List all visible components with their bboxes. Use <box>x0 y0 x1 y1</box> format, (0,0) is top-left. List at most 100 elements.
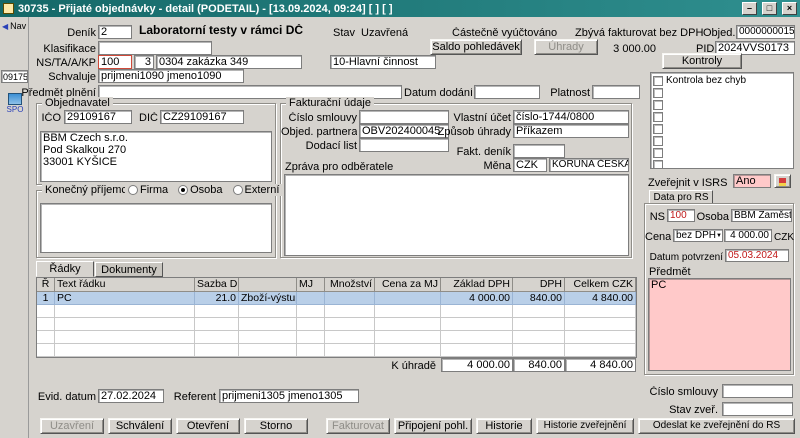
rs-stav-zver-field[interactable] <box>722 402 793 416</box>
referent-label: Referent <box>170 391 216 404</box>
rs-cena-mode-combo[interactable]: bez DPH▼ <box>673 229 723 242</box>
col-mnozstvi[interactable]: Množství <box>325 278 375 292</box>
checkbox-item[interactable] <box>653 148 663 158</box>
schvaluje-label: Schvaluje <box>36 71 96 84</box>
konecny-prijemce-box[interactable] <box>40 203 272 253</box>
table-row-selected[interactable]: 1 PC 21.0 Zboží-výstup 4 000.00 840.00 4… <box>37 292 636 305</box>
rs-osoba-label: Osoba <box>695 211 729 224</box>
col-r[interactable]: Ř <box>37 278 55 292</box>
radio-osoba[interactable]: Osoba <box>178 184 222 196</box>
flag-glyph <box>779 178 786 186</box>
sidebar-code-field[interactable]: 09175 <box>1 70 28 83</box>
checkbox-item[interactable] <box>653 136 663 146</box>
ta-field[interactable]: 3 <box>134 55 154 69</box>
ns-ta-a-kp-label: NS/TA/A/KP <box>30 57 96 70</box>
isrs-flag-icon[interactable] <box>774 174 791 188</box>
radio-firma[interactable]: Firma <box>128 184 168 196</box>
schvaluje-field[interactable]: prijmeni1090 jmeno1090 <box>98 69 244 83</box>
col-text[interactable]: Text řádku <box>55 278 195 292</box>
nav-back-icon[interactable]: ◀ <box>2 22 8 31</box>
rs-osoba-field[interactable]: BBM Zaměstna <box>731 209 792 222</box>
odeslat-ke-zverejneni-button[interactable]: Odeslat ke zveřejnění do RS <box>638 418 795 434</box>
kontroly-button[interactable]: Kontroly <box>662 53 742 69</box>
datum-dodani-field[interactable] <box>474 85 540 99</box>
rs-cena-field[interactable]: 4 000.00 <box>724 229 772 242</box>
checkbox-item[interactable] <box>653 100 663 110</box>
chevron-down-icon[interactable]: ▼ <box>716 230 722 242</box>
zverejnit-isrs-label: Zveřejnit v ISRS <box>648 177 727 190</box>
objed-field[interactable]: 0000000015 <box>736 25 795 39</box>
spo-label: SPO <box>4 105 26 114</box>
rs-cislo-smlouvy-field[interactable] <box>722 384 793 398</box>
ns-field[interactable]: 100 <box>98 55 132 69</box>
uhrady-button[interactable]: Úhrady <box>534 39 598 55</box>
schvaleni-button[interactable]: Schválení <box>108 418 172 434</box>
maximize-button[interactable]: □ <box>762 2 777 15</box>
denik-label: Deník <box>56 27 96 40</box>
rs-ns-field[interactable]: 100 <box>667 209 695 222</box>
historie-button[interactable]: Historie <box>476 418 532 434</box>
objednavatel-address-box[interactable]: BBM Czech s.r.o. Pod Skalkou 270 33001 K… <box>40 131 272 182</box>
fakturacni-udaje-legend: Fakturační údaje <box>286 97 374 109</box>
mena-kod-field[interactable]: CZK <box>513 158 547 172</box>
klasifikace-field[interactable] <box>98 41 212 55</box>
datum-dodani-label: Datum dodání <box>404 87 472 100</box>
order-lines-table: Ř Text řádku Sazba DPH MJ Množství Cena … <box>36 277 637 358</box>
sum-celkem-field: 4 840.00 <box>565 358 636 372</box>
denik-field[interactable]: 2 <box>98 25 132 39</box>
kontrola-checklist: Kontrola bez chyb <box>650 72 794 169</box>
vlastni-ucet-field[interactable]: číslo-1744/0800 <box>513 110 629 124</box>
checkbox-item[interactable] <box>653 88 663 98</box>
col-dph[interactable]: DPH <box>513 278 565 292</box>
table-row-empty[interactable] <box>37 331 636 344</box>
table-row-empty[interactable] <box>37 318 636 331</box>
mena-nazev-field[interactable]: KORUNA ČESKÁ <box>549 158 629 172</box>
col-zaklad[interactable]: Základ DPH <box>441 278 513 292</box>
evid-datum-field[interactable]: 27.02.2024 <box>98 389 164 403</box>
tab-data-pro-rs[interactable]: Data pro RS <box>649 190 713 204</box>
saldo-pohledavek-button[interactable]: Saldo pohledávek <box>430 39 522 55</box>
col-sazba[interactable]: Sazba DPH <box>195 278 239 292</box>
table-row-empty[interactable] <box>37 344 636 357</box>
col-cena-mj[interactable]: Cena za MJ <box>375 278 441 292</box>
pripojeni-pohl-button[interactable]: Připojení pohl. <box>394 418 472 434</box>
zverejnit-isrs-field[interactable]: Ano <box>733 174 771 188</box>
dic-label: DIČ <box>134 112 158 125</box>
zpusob-uhrady-label: Způsob úhrady <box>427 126 511 139</box>
rs-datum-field[interactable]: 05.03.2024 <box>725 249 789 262</box>
objed-partnera-label: Objed. partnera <box>281 126 357 139</box>
platnost-field[interactable] <box>592 85 640 99</box>
checkbox-item[interactable] <box>653 160 663 169</box>
zpusob-uhrady-field[interactable]: Příkazem <box>513 124 629 138</box>
rs-cena-label: Cena <box>645 231 671 244</box>
table-row-empty[interactable] <box>37 305 636 318</box>
checkbox-kontrola-bez-chyb[interactable] <box>653 76 663 86</box>
radio-externi[interactable]: Externí <box>233 184 280 196</box>
ico-field[interactable]: 29109167 <box>64 110 132 124</box>
historie-zverejneni-button[interactable]: Historie zveřejnění <box>536 418 634 434</box>
dodaci-list-label: Dodací list <box>281 140 357 153</box>
tab-radky[interactable]: Řádky <box>36 261 94 277</box>
rs-cislo-smlouvy-label: Číslo smlouvy <box>648 386 718 399</box>
close-button[interactable]: × <box>782 2 797 15</box>
uzavreni-button[interactable]: Uzavření <box>40 418 104 434</box>
storno-button[interactable]: Storno <box>244 418 308 434</box>
fakturovat-button[interactable]: Fakturovat <box>326 418 390 434</box>
referent-field[interactable]: prijmeni1305 jmeno1305 <box>219 389 359 403</box>
minimize-button[interactable]: – <box>742 2 757 15</box>
otevreni-button[interactable]: Otevření <box>176 418 240 434</box>
checkbox-item[interactable] <box>653 112 663 122</box>
page-title: Laboratorní testy v rámci DČ <box>139 24 303 37</box>
rs-predmet-box[interactable]: PC <box>648 278 791 371</box>
zakazka-field[interactable]: 0304 zakázka 349 <box>156 55 302 69</box>
col-mj[interactable]: MJ <box>297 278 325 292</box>
cinnost-field[interactable]: 10-Hlavní činnost <box>330 55 436 69</box>
app-icon <box>3 3 14 14</box>
zprava-box[interactable] <box>284 174 629 256</box>
checkbox-item[interactable] <box>653 124 663 134</box>
tab-dokumenty[interactable]: Dokumenty <box>95 262 163 277</box>
left-sidebar: ◀ Nav 09175 SPO <box>0 17 29 438</box>
col-celkem[interactable]: Celkem CZK <box>565 278 636 292</box>
dic-field[interactable]: CZ29109167 <box>160 110 244 124</box>
fakt-denik-field[interactable] <box>513 144 565 158</box>
